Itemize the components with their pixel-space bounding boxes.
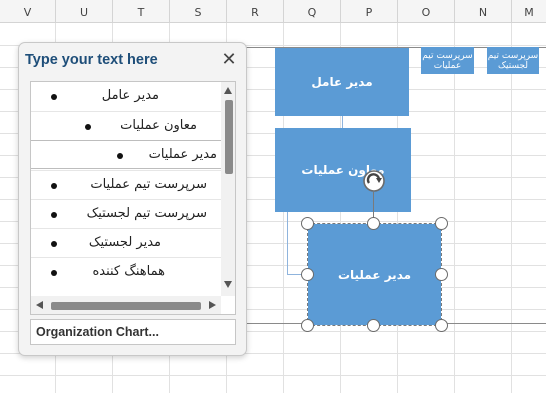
column-header-n[interactable]: N [455,0,512,23]
bullet-icon [85,124,91,130]
list-item[interactable]: مدیر عامل [31,82,221,111]
column-header-t[interactable]: T [113,0,170,23]
column-header-v[interactable]: V [0,0,56,23]
resize-handle-left[interactable] [301,268,314,281]
column-header-p[interactable]: P [341,0,398,23]
bullet-icon [51,212,57,218]
spreadsheet-window: V U T S R Q P O N M مدیر عامل معاون عملی… [0,0,546,393]
list-item-text: مدیر عامل [101,88,159,103]
list-item-text: معاون عملیات [120,118,197,133]
scroll-left-icon[interactable] [36,301,43,309]
org-node-logistics-team-lead-label: سرپرست تیم لجستیک [487,50,539,71]
horizontal-scrollbar[interactable] [31,296,221,314]
list-item[interactable]: مدیر لجستیک [31,228,221,257]
column-header-u[interactable]: U [56,0,113,23]
organization-chart-link[interactable]: Organization Chart... [30,319,236,345]
connector-left-vertical [287,212,288,274]
list-item[interactable]: معاون عملیات [31,111,221,140]
bullet-icon [117,153,123,159]
resize-handle-bottom[interactable] [367,319,380,332]
list-item[interactable]: سرپرست تیم لجستیک [31,199,221,228]
column-header-q[interactable]: Q [284,0,341,23]
bullet-icon [51,94,57,100]
bullet-icon [51,241,57,247]
shape-selection-border [307,223,442,326]
resize-handle-top-right[interactable] [435,217,448,230]
horizontal-scroll-thumb[interactable] [51,302,201,310]
column-header-r[interactable]: R [227,0,284,23]
list-item-text: سرپرست تیم عملیات [90,177,207,192]
vertical-scrollbar[interactable] [221,82,235,296]
list-item[interactable]: سرپرست تیم عملیات [31,170,221,199]
column-header-o[interactable]: O [398,0,455,23]
resize-handle-bottom-left[interactable] [301,319,314,332]
resize-handle-right[interactable] [435,268,448,281]
scroll-up-icon[interactable] [224,87,232,94]
column-header-row: V U T S R Q P O N M [0,0,546,23]
list-item-selected[interactable]: مدیر عملیات [31,140,221,169]
org-node-operations-team-lead-label: سرپرست تیم عملیات [422,50,473,71]
bullet-icon [51,183,57,189]
list-item-text: هماهنگ کننده [92,264,165,279]
org-node-ceo[interactable]: مدیر عامل [275,48,409,116]
resize-handle-bottom-right[interactable] [435,319,448,332]
org-node-operations-team-lead[interactable]: سرپرست تیم عملیات [421,47,474,74]
text-pane-title: Type your text here [25,52,158,68]
list-item-text: سرپرست تیم لجستیک [86,206,207,221]
column-header-m[interactable]: M [512,0,546,23]
connector-top-middle [342,116,343,128]
list-item-text: مدیر لجستیک [88,235,161,250]
org-node-ceo-label: مدیر عامل [311,75,373,89]
resize-handle-top[interactable] [367,217,380,230]
org-node-vp-operations[interactable]: معاون عملیات [275,128,411,212]
rotate-icon[interactable] [361,168,387,194]
vertical-scroll-thumb[interactable] [225,100,233,174]
scroll-down-icon[interactable] [224,281,232,288]
bullet-icon [51,270,57,276]
text-pane-list: مدیر عامل معاون عملیات مدیر عملیات سرپرس… [30,81,236,315]
scroll-right-icon[interactable] [209,301,216,309]
column-header-s[interactable]: S [170,0,227,23]
close-icon[interactable]: ✕ [220,51,238,69]
org-node-logistics-team-lead[interactable]: سرپرست تیم لجستیک [487,47,539,74]
resize-handle-top-left[interactable] [301,217,314,230]
smartart-text-pane: Type your text here ✕ مدیر عامل معاون عم… [18,42,247,356]
list-item[interactable]: هماهنگ کننده [31,257,221,286]
list-item-text: مدیر عملیات [148,147,217,162]
